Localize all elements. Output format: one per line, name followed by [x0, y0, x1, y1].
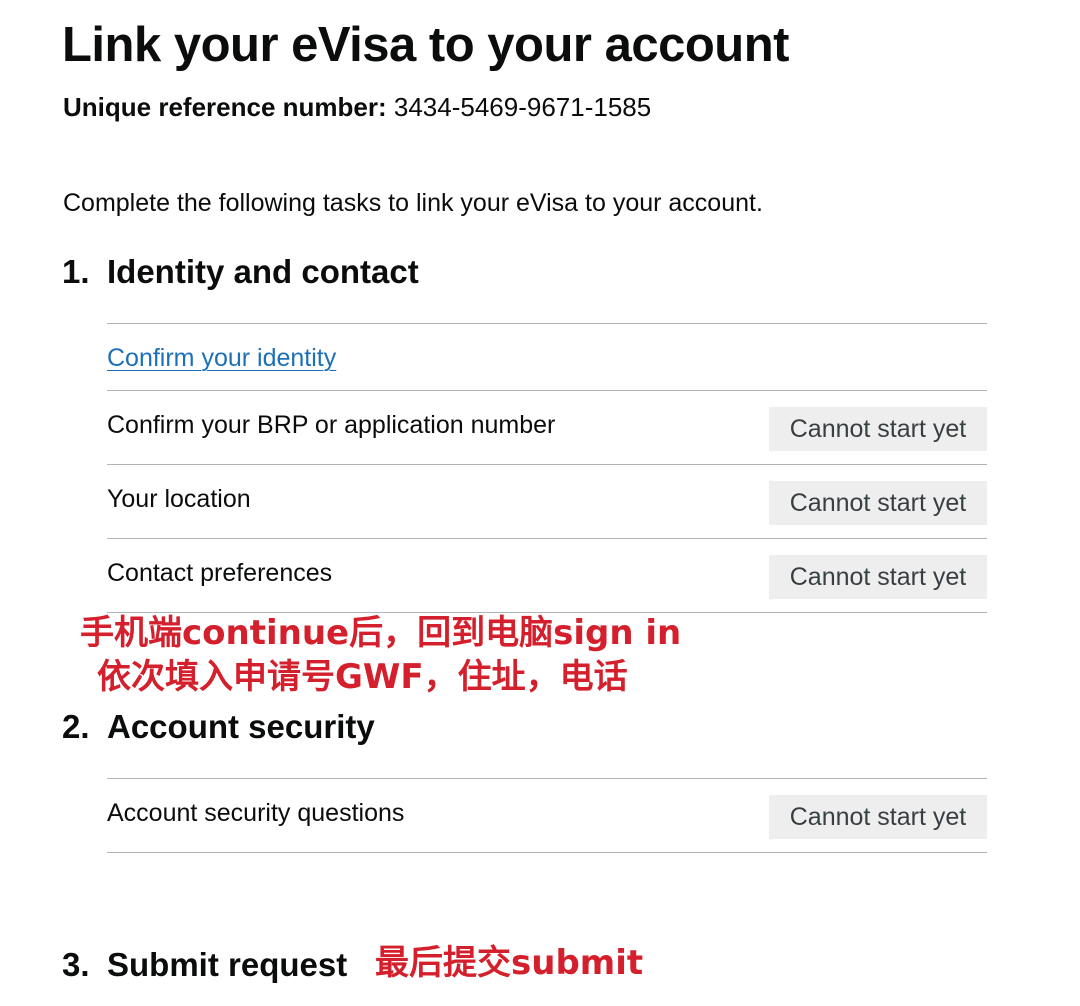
status-tag: Cannot start yet	[769, 407, 987, 451]
section-heading-submit-request: 3. Submit request	[62, 945, 347, 985]
task-contact-preferences: Contact preferences Cannot start yet	[107, 539, 987, 613]
task-list-account-security: Account security questions Cannot start …	[107, 778, 987, 853]
intro-text: Complete the following tasks to link you…	[63, 189, 763, 217]
section-title: Submit request	[107, 946, 348, 983]
unique-reference-number: Unique reference number: 3434-5469-9671-…	[63, 90, 651, 124]
section-heading-identity: 1. Identity and contact	[62, 252, 419, 292]
section-title: Account security	[107, 708, 375, 745]
section-number: 1.	[62, 253, 90, 290]
task-account-security-questions: Account security questions Cannot start …	[107, 779, 987, 853]
section-title: Identity and contact	[107, 253, 419, 290]
reference-label: Unique reference number:	[63, 92, 387, 122]
section-number: 2.	[62, 708, 90, 745]
status-tag: Cannot start yet	[769, 795, 987, 839]
status-tag: Cannot start yet	[769, 555, 987, 599]
annotation-fill-in-note: 依次填入申请号GWF，住址，电话	[97, 657, 628, 697]
task-name: Contact preferences	[107, 559, 333, 587]
section-number: 3.	[62, 946, 90, 983]
task-confirm-identity: Confirm your identity	[107, 324, 987, 391]
task-name: Account security questions	[107, 799, 405, 827]
reference-value: 3434-5469-9671-1585	[393, 92, 652, 122]
section-heading-account-security: 2. Account security	[62, 707, 375, 747]
page-title: Link your eVisa to your account	[62, 18, 789, 72]
task-name: Confirm your BRP or application number	[107, 411, 556, 439]
status-tag: Cannot start yet	[769, 481, 987, 525]
annotation-sign-in-note: 手机端continue后，回到电脑sign in	[80, 613, 682, 653]
task-list-identity: Confirm your identity Confirm your BRP o…	[107, 323, 987, 613]
task-list-page: Link your eVisa to your account Unique r…	[0, 0, 1080, 1006]
task-your-location: Your location Cannot start yet	[107, 465, 987, 539]
annotation-submit-note: 最后提交submit	[375, 943, 644, 983]
task-confirm-brp: Confirm your BRP or application number C…	[107, 391, 987, 465]
task-name: Your location	[107, 485, 251, 513]
confirm-identity-link[interactable]: Confirm your identity	[107, 342, 336, 374]
